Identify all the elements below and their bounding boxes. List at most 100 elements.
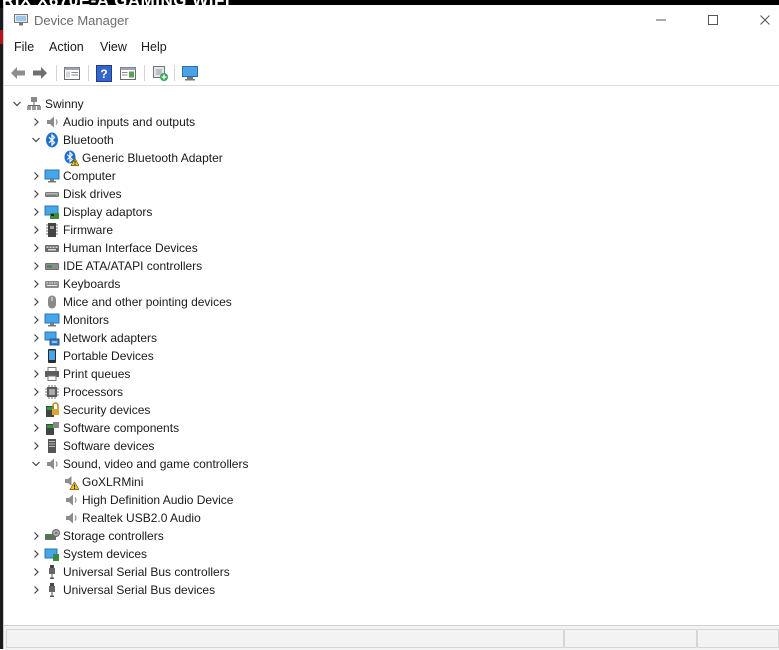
keyboard-icon [45, 281, 59, 288]
security-device-icon [46, 402, 59, 417]
chevron-down-icon[interactable] [12, 98, 22, 110]
printer-icon [45, 367, 59, 381]
forward-icon[interactable] [30, 63, 50, 83]
chevron-down-icon[interactable] [31, 134, 41, 146]
monitor-icon [44, 313, 60, 327]
status-segment [697, 629, 779, 648]
sound-warning-icon [65, 476, 79, 490]
properties-pane-icon[interactable] [62, 63, 82, 83]
tree-item-label: Sound, video and game controllers [63, 457, 249, 471]
chevron-right-icon[interactable] [31, 224, 41, 236]
tree-item-label: High Definition Audio Device [82, 493, 234, 507]
storage-controller-icon [45, 529, 60, 540]
device-tree[interactable]: Swinny Audio inputs and outputs Bluetooth G… [4, 89, 779, 625]
portable-device-icon [48, 349, 56, 363]
tree-item-label: Firmware [63, 223, 113, 237]
bluetooth-warning-icon [64, 150, 79, 166]
bluetooth-icon [46, 132, 58, 148]
chevron-right-icon[interactable] [31, 260, 41, 272]
window-title: Device Manager [34, 13, 129, 28]
chevron-right-icon[interactable] [31, 278, 41, 290]
tree-item-label: Portable Devices [63, 349, 154, 363]
tree-item-label: Mice and other pointing devices [63, 295, 232, 309]
usb-icon [49, 565, 55, 579]
tree-item-label: Storage controllers [63, 529, 164, 543]
network-adapter-icon [44, 331, 60, 346]
sound-icon [66, 494, 77, 506]
maximize-button[interactable] [690, 5, 736, 35]
tree-item-label: Human Interface Devices [63, 241, 198, 255]
chevron-down-icon[interactable] [31, 458, 41, 470]
chevron-right-icon[interactable] [31, 404, 41, 416]
back-icon[interactable] [8, 63, 28, 83]
chevron-right-icon[interactable] [31, 242, 41, 254]
menu-help[interactable]: Help [141, 40, 167, 54]
status-segment [564, 629, 697, 648]
menu-action[interactable]: Action [49, 40, 84, 54]
chevron-right-icon[interactable] [31, 206, 41, 218]
tree-item-label: Swinny [45, 97, 84, 111]
console-tree-icon[interactable] [118, 63, 138, 83]
sound-icon [47, 458, 58, 470]
device-manager-window: Device Manager File Action View Help ? S… [3, 5, 779, 650]
software-component-icon [46, 422, 59, 435]
tree-item-label: Universal Serial Bus devices [63, 583, 216, 597]
chevron-right-icon[interactable] [31, 188, 41, 200]
tree-item-label: Bluetooth [63, 133, 114, 147]
device-manager-app-icon [14, 14, 28, 26]
speaker-icon [47, 116, 58, 128]
hid-icon [45, 245, 59, 252]
svg-text:?: ? [100, 67, 107, 81]
usb-icon [49, 583, 55, 597]
tree-item-label: Print queues [63, 367, 131, 381]
chevron-right-icon[interactable] [31, 440, 41, 452]
chevron-right-icon[interactable] [31, 422, 41, 434]
menu-bar: File Action View Help [4, 37, 779, 59]
chevron-right-icon[interactable] [31, 314, 41, 326]
ide-controller-icon [45, 263, 59, 270]
chevron-right-icon[interactable] [31, 368, 41, 380]
tree-item-label: Software devices [63, 439, 155, 453]
minimize-button[interactable] [638, 5, 684, 35]
tree-item-label: Network adapters [63, 331, 158, 345]
chevron-right-icon[interactable] [31, 170, 41, 182]
menu-view[interactable]: View [100, 40, 127, 54]
tree-item-label: Realtek USB2.0 Audio [82, 511, 201, 525]
system-device-icon [44, 548, 59, 561]
tree-item-label: Audio inputs and outputs [63, 115, 196, 129]
tree-item-label: Universal Serial Bus controllers [63, 565, 230, 579]
tree-item-label: Generic Bluetooth Adapter [82, 151, 223, 165]
chevron-right-icon[interactable] [31, 332, 41, 344]
tree-root-icon [27, 97, 41, 110]
mouse-icon [48, 295, 56, 309]
computer-icon [44, 169, 60, 183]
chevron-right-icon[interactable] [31, 566, 41, 578]
menu-file[interactable]: File [14, 40, 34, 54]
tree-item-label: Computer [63, 169, 116, 183]
close-button[interactable] [742, 5, 779, 35]
tree-item-label: Monitors [63, 313, 110, 327]
chevron-right-icon[interactable] [31, 548, 41, 560]
title-bar[interactable]: Device Manager [4, 5, 779, 35]
chevron-right-icon[interactable] [31, 296, 41, 308]
chevron-right-icon[interactable] [31, 584, 41, 596]
close-icon [760, 15, 770, 25]
chevron-right-icon[interactable] [31, 116, 41, 128]
tree-item-label: Processors [63, 385, 124, 399]
status-segment [6, 629, 564, 648]
chevron-right-icon[interactable] [31, 386, 41, 398]
scan-hardware-icon[interactable] [150, 63, 170, 83]
tree-item-label: Display adaptors [63, 205, 153, 219]
tree-item-label: GoXLRMini [82, 475, 144, 489]
tree-item-label: Security devices [63, 403, 151, 417]
monitor-icon[interactable] [180, 63, 200, 83]
chevron-right-icon[interactable] [31, 530, 41, 542]
help-icon[interactable]: ? [94, 63, 114, 83]
disk-drive-icon [45, 192, 59, 197]
toolbar: ? [4, 60, 779, 86]
minimize-icon [656, 19, 666, 21]
chevron-right-icon[interactable] [31, 350, 41, 362]
tree-item-label: Keyboards [63, 277, 121, 291]
tree-item-label: Disk drives [63, 187, 122, 201]
tree-item-label: Software components [63, 421, 180, 435]
